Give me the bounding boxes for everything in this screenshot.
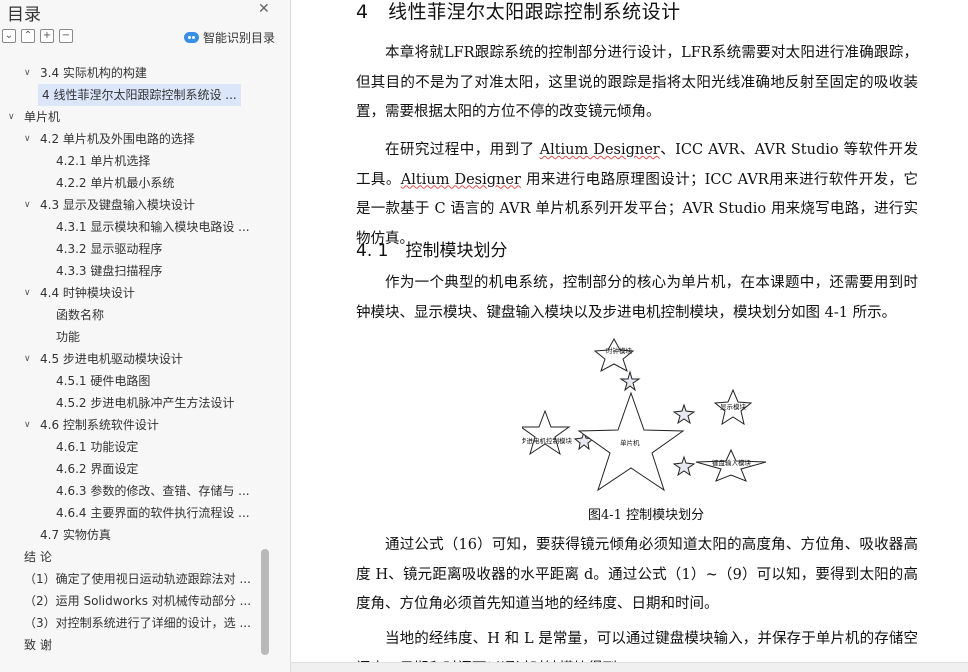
toc-item[interactable]: 功能 <box>0 326 262 348</box>
label-stepper: 步进电机控制模块 <box>522 436 573 445</box>
toc-item-label: 4.6.4 主要界面的软件执行流程设 ... <box>56 506 250 520</box>
star-clock <box>593 337 635 373</box>
ai-robot-icon <box>184 32 199 43</box>
chevron-down-icon[interactable]: ∨ <box>8 106 15 128</box>
sidebar-scrollbar[interactable] <box>261 549 269 655</box>
toc-item-label: 4.5.2 步进电机脉冲产生方法设计 <box>56 396 235 410</box>
toc-item[interactable]: ∨ 4.6 控制系统软件设计 <box>0 414 262 436</box>
toc-item-label: 功能 <box>56 330 81 344</box>
toc-item-label: 函数名称 <box>56 308 105 322</box>
add-icon[interactable]: + <box>40 29 54 43</box>
figure-caption: 图4-1 控制模块划分 <box>588 508 705 523</box>
close-icon[interactable]: ✕ <box>258 1 270 17</box>
toc-item[interactable]: ∨ 单片机 <box>0 106 262 128</box>
toc-toolbar: ⌄ ⌃ + − <box>2 29 73 43</box>
toc-sidebar: 目录 ✕ ⌄ ⌃ + − 智能识别目录 ∨ 3.4 实际机构的构建 4 线性菲涅尔太… <box>0 0 291 672</box>
chevron-down-icon[interactable]: ∨ <box>24 128 31 150</box>
toc-item[interactable]: 结 论 <box>0 546 262 568</box>
toc-item[interactable]: 4.6.1 功能设定 <box>0 436 262 458</box>
toc-item-label: （3）对控制系统进行了详细的设计，选 ... <box>24 616 251 630</box>
document-page: 4 线性菲涅尔太阳跟踪控制系统设计 本章将就LFR跟踪系统的控制部分进行设计，L… <box>291 0 968 672</box>
label-display: 显示模块 <box>720 402 747 411</box>
toc-item-label: 4.6.1 功能设定 <box>56 440 139 454</box>
paragraph-modules: 作为一个典型的机电系统，控制部分的核心为单片机，在本课题中，还需要用到时钟模块、… <box>356 275 918 321</box>
toc-item[interactable]: 4.3.3 键盘扫描程序 <box>0 260 262 282</box>
chevron-down-icon[interactable]: ∨ <box>24 194 31 216</box>
toc-item-label: 4.3.3 键盘扫描程序 <box>56 264 163 278</box>
toc-item[interactable]: ∨ 4.5 步进电机驱动模块设计 <box>0 348 262 370</box>
collapse-all-icon[interactable]: ⌄ <box>2 29 16 43</box>
section-heading: 4. 1 控制模块划分 <box>356 241 508 261</box>
toc-item[interactable]: 致 谢 <box>0 634 262 656</box>
label-clock: 时钟模块 <box>606 346 633 355</box>
text-run: 在研究过程中，用到了 <box>385 142 540 158</box>
toc-item-label: （2）运用 Solidworks 对机械传动部分 ... <box>24 594 252 608</box>
toc-item-label: 4.3 显示及键盘输入模块设计 <box>40 198 195 212</box>
spellcheck-word: Altium Designer <box>400 171 521 188</box>
label-mcu: 单片机 <box>620 438 640 447</box>
toc-item[interactable]: 4.2.2 单片机最小系统 <box>0 172 262 194</box>
toc-item-label: 4.6.3 参数的修改、查错、存储与 ... <box>56 484 250 498</box>
smart-toc-button[interactable]: 智能识别目录 <box>184 29 275 46</box>
toc-item[interactable]: （2）运用 Solidworks 对机械传动部分 ... <box>0 590 262 612</box>
horizontal-scrollbar[interactable] <box>291 662 968 672</box>
toc-item-label: （1）确定了使用视日运动轨迹跟踪法对 ... <box>24 572 251 586</box>
paragraph-formula: 通过公式（16）可知，要获得镜元倾角必须知道太阳的高度角、方位角、吸收器高度 H… <box>356 537 918 612</box>
toc-item-label: 4.5.1 硬件电路图 <box>56 374 151 388</box>
toc-item-label: 4.3.2 显示驱动程序 <box>56 242 163 256</box>
chevron-down-icon[interactable]: ∨ <box>24 414 31 436</box>
toc-item[interactable]: 函数名称 <box>0 304 262 326</box>
expand-all-icon[interactable]: ⌃ <box>21 29 35 43</box>
toc-item[interactable]: ∨ 4.3 显示及键盘输入模块设计 <box>0 194 262 216</box>
toc-item-label: 4 线性菲涅尔太阳跟踪控制系统设 ... <box>38 84 241 106</box>
remove-icon[interactable]: − <box>59 29 73 43</box>
chevron-down-icon[interactable]: ∨ <box>24 282 31 304</box>
chapter-heading: 4 线性菲涅尔太阳跟踪控制系统设计 <box>356 1 681 23</box>
toc-item-label: 4.4 时钟模块设计 <box>40 286 135 300</box>
star-stepper <box>522 409 571 456</box>
spellcheck-word: Altium Designer <box>539 142 660 158</box>
toc-item[interactable]: 4.3.2 显示驱动程序 <box>0 238 262 260</box>
toc-item[interactable]: 4.6.4 主要界面的软件执行流程设 ... <box>0 502 262 524</box>
toc-item[interactable]: 4.5.1 硬件电路图 <box>0 370 262 392</box>
toc-item[interactable]: 4.2.1 单片机选择 <box>0 150 262 172</box>
toc-item[interactable]: ∨ 4.2 单片机及外围电路的选择 <box>0 128 262 150</box>
toc-list: ∨ 3.4 实际机构的构建 4 线性菲涅尔太阳跟踪控制系统设 ... ∨ 单片机 ∨ 4.2… <box>0 62 262 656</box>
toc-item-label: 结 论 <box>24 550 52 564</box>
toc-item-label: 4.6.2 界面设定 <box>56 462 139 476</box>
toc-item[interactable]: ∨ 4.4 时钟模块设计 <box>0 282 262 304</box>
star-small <box>619 370 641 392</box>
toc-item-label: 4.6 控制系统软件设计 <box>40 418 159 432</box>
chevron-down-icon[interactable]: ∨ <box>24 62 31 84</box>
toc-item-label: 4.2.2 单片机最小系统 <box>56 176 175 190</box>
toc-item-label: 4.2.1 单片机选择 <box>56 154 151 168</box>
smart-toc-label: 智能识别目录 <box>203 31 276 45</box>
toc-item[interactable]: （1）确定了使用视日运动轨迹跟踪法对 ... <box>0 568 262 590</box>
module-diagram: 时钟模块 单片机 显示模块 步进电机控制模块 键盘输入模块 <box>522 337 767 492</box>
toc-item[interactable]: ∨ 3.4 实际机构的构建 <box>0 62 262 84</box>
toc-item-label: 单片机 <box>24 110 61 124</box>
toc-item-label: 4.3.1 显示模块和输入模块电路设 ... <box>56 220 250 234</box>
toc-item[interactable]: （3）对控制系统进行了详细的设计，选 ... <box>0 612 262 634</box>
toc-item[interactable]: 4.6.3 参数的修改、查错、存储与 ... <box>0 480 262 502</box>
toc-item[interactable]: 4.5.2 步进电机脉冲产生方法设计 <box>0 392 262 414</box>
sidebar-title: 目录 <box>7 5 41 25</box>
star-small <box>672 455 696 477</box>
chevron-down-icon[interactable]: ∨ <box>24 348 31 370</box>
toc-item[interactable]: 4.7 实物仿真 <box>0 524 262 546</box>
toc-item[interactable]: 4.6.2 界面设定 <box>0 458 262 480</box>
toc-item-label: 致 谢 <box>24 638 52 652</box>
label-keyboard: 键盘输入模块 <box>712 458 752 467</box>
paragraph-intro: 本章将就LFR跟踪系统的控制部分进行设计，LFR系统需要对太阳进行准确跟踪，但其… <box>356 45 918 120</box>
toc-item-label: 4.5 步进电机驱动模块设计 <box>40 352 183 366</box>
toc-item-label: 4.2 单片机及外围电路的选择 <box>40 132 195 146</box>
toc-item-label: 3.4 实际机构的构建 <box>40 66 147 80</box>
toc-item-label: 4.7 实物仿真 <box>40 528 111 542</box>
toc-item[interactable]: 4.3.1 显示模块和输入模块电路设 ... <box>0 216 262 238</box>
star-small <box>672 403 696 425</box>
toc-item[interactable]: 4 线性菲涅尔太阳跟踪控制系统设 ... <box>0 84 262 106</box>
